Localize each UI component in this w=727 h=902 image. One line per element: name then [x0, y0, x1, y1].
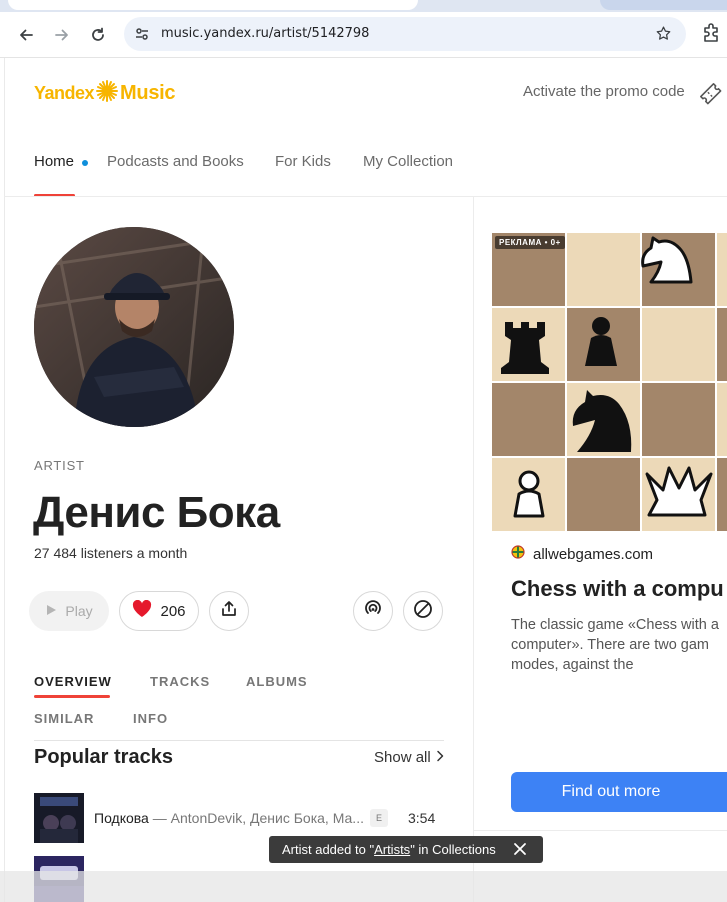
bottom-overlay [0, 871, 727, 902]
toast-suffix: " in Collections [410, 842, 496, 857]
track-name: Подкова [94, 810, 149, 826]
activate-promo-link[interactable]: Activate the promo code [523, 83, 685, 100]
nav-for-kids[interactable]: For Kids [275, 153, 331, 170]
tab-overview[interactable]: OVERVIEW [34, 674, 112, 689]
like-count: 206 [160, 602, 186, 620]
play-button[interactable]: Play [29, 591, 109, 631]
tab-tracks[interactable]: TRACKS [150, 674, 210, 689]
track-cover[interactable] [34, 793, 84, 843]
tabs-divider [34, 740, 444, 741]
browser-tab[interactable] [600, 0, 727, 10]
track-title[interactable]: Подкова — AntonDevik, Денис Бока, Ма... [94, 810, 364, 826]
site-settings-icon[interactable] [134, 26, 150, 47]
chess-square [717, 308, 727, 381]
radio-button[interactable] [353, 591, 393, 631]
track-separator: — [148, 810, 171, 826]
block-artist-button[interactable] [403, 591, 443, 631]
chess-square [717, 458, 727, 531]
close-icon[interactable] [513, 842, 527, 859]
collection-toast: Artist added to " Artists " in Collections [269, 836, 543, 863]
url-text: music.yandex.ru/artist/5142798 [161, 26, 370, 41]
artist-avatar [34, 227, 234, 427]
chess-square [717, 233, 727, 306]
nav-my-collection[interactable]: My Collection [363, 153, 453, 170]
nav-home[interactable]: Home [34, 153, 74, 170]
find-out-more-button[interactable]: Find out more [511, 772, 727, 812]
tab-albums[interactable]: ALBUMS [246, 674, 308, 689]
chess-square [642, 308, 715, 381]
ad-description: The classic game «Chess with a computer»… [511, 617, 719, 673]
ad-domain[interactable]: allwebgames.com [511, 545, 653, 563]
show-all-link[interactable]: Show all [374, 749, 445, 766]
ad-image[interactable] [491, 232, 727, 531]
toast-prefix: Artist added to " [282, 842, 375, 857]
play-icon [45, 603, 57, 619]
extensions-icon[interactable] [702, 22, 722, 49]
monthly-listeners: 27 484 listeners a month [34, 545, 188, 561]
share-button[interactable] [209, 591, 249, 631]
back-icon[interactable] [13, 22, 39, 48]
popular-tracks-title: Popular tracks [34, 746, 173, 768]
ad-divider [473, 830, 727, 831]
nav-podcasts-and-books[interactable]: Podcasts and Books [107, 153, 244, 170]
like-button[interactable]: 206 [119, 591, 199, 631]
ad-domain-text: allwebgames.com [533, 545, 654, 563]
artist-kicker: ARTIST [34, 458, 85, 473]
chess-square [717, 383, 727, 456]
column-divider [473, 197, 474, 902]
page-border [4, 58, 5, 902]
bookmark-star-icon[interactable] [655, 25, 672, 47]
chevron-right-icon [435, 749, 445, 766]
ad-label: РЕКЛАМА • 0+ [495, 236, 565, 249]
new-content-dot [82, 160, 88, 166]
globe-icon [511, 545, 525, 563]
reload-icon[interactable] [85, 22, 111, 48]
logo-yandex-text: Yandex [34, 83, 95, 103]
chess-square [567, 458, 640, 531]
toast-artists-link[interactable]: Artists [374, 842, 410, 857]
chess-square [642, 383, 715, 456]
chess-square [567, 233, 640, 306]
ad-title[interactable]: Chess with a compu [511, 576, 724, 602]
chess-square [492, 383, 565, 456]
logo-music-text: Music [120, 82, 176, 104]
tab-similar[interactable]: SIMILAR [34, 711, 94, 726]
track-duration: 3:54 [408, 810, 436, 826]
heart-icon [132, 599, 152, 622]
tab-active-underline [34, 695, 110, 698]
artist-name: Денис Бока [33, 488, 280, 537]
browser-tab-active[interactable] [8, 0, 418, 10]
forward-icon[interactable] [49, 22, 75, 48]
browser-toolbar: music.yandex.ru/artist/5142798 [0, 12, 727, 58]
yandex-music-logo[interactable]: Yandex Music [34, 80, 176, 107]
header-divider [4, 196, 727, 197]
sun-icon [96, 80, 119, 107]
address-bar[interactable]: music.yandex.ru/artist/5142798 [124, 17, 686, 51]
show-all-label: Show all [374, 749, 431, 766]
explicit-badge: E [370, 809, 388, 827]
share-icon [220, 600, 238, 623]
ticket-icon[interactable] [697, 80, 723, 111]
block-icon [413, 599, 433, 624]
track-artists[interactable]: AntonDevik, Денис Бока, Ма... [171, 810, 364, 826]
tab-info[interactable]: INFO [133, 711, 168, 726]
play-label: Play [65, 603, 93, 619]
radio-wave-icon [363, 599, 383, 624]
